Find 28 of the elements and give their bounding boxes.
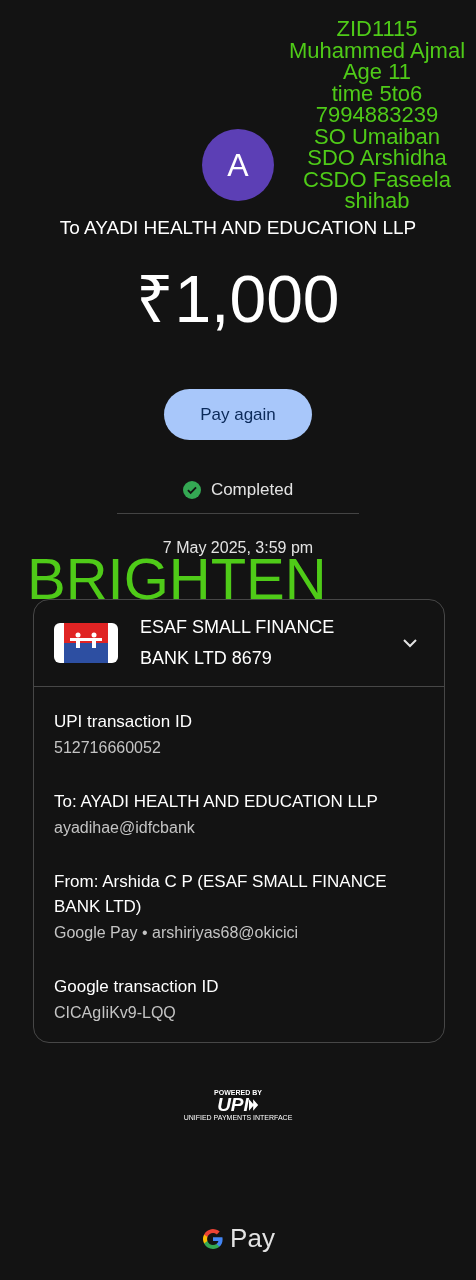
check-circle-icon [182, 481, 201, 499]
avatar: A [202, 129, 274, 201]
annotation-text: Muhammed Ajmal [288, 39, 466, 61]
detail-value: 512716660052 [54, 739, 162, 757]
annotation-text: 7994883239 [315, 104, 439, 126]
bank-logo-icon [54, 623, 118, 663]
status-label: Completed [210, 480, 294, 500]
annotation-text: SO Umaiban [314, 125, 440, 147]
pay-again-button[interactable]: Pay again [164, 389, 312, 440]
date-time: 7 May 2025, 3:59 pm [162, 539, 314, 557]
detail-label: From: Arshida C P (ESAF SMALL FINANCE BANK LTD) [54, 871, 388, 918]
annotation-text: shihab [344, 190, 410, 212]
annotation-text: ZID1115 [336, 18, 418, 40]
detail-label: Google transaction ID [54, 976, 220, 998]
amount: ₹1,000 [136, 261, 340, 338]
detail-label: UPI transaction ID [54, 711, 193, 733]
detail-label: To: AYADI HEALTH AND EDUCATION LLP [54, 791, 379, 813]
annotation-text: Age 11 [342, 61, 412, 83]
annotation-text: CSDO Faseela [303, 168, 451, 190]
google-g-icon [201, 1226, 226, 1251]
detail-value: CICAgIiKv9-LQQ [54, 1004, 177, 1022]
detail-value: ayadihae@idfcbank [54, 819, 196, 837]
bank-account-name: ESAF SMALL FINANCE BANK LTD 8679 [140, 616, 336, 670]
annotation-text: SDO Arshidha [307, 147, 447, 169]
payee-name: To AYADI HEALTH AND EDUCATION LLP [59, 217, 417, 239]
pay-logo-text: Pay [230, 1223, 275, 1254]
detail-value: Google Pay • arshiriyas68@okicici [54, 924, 300, 942]
chevron-icon[interactable] [402, 638, 418, 648]
